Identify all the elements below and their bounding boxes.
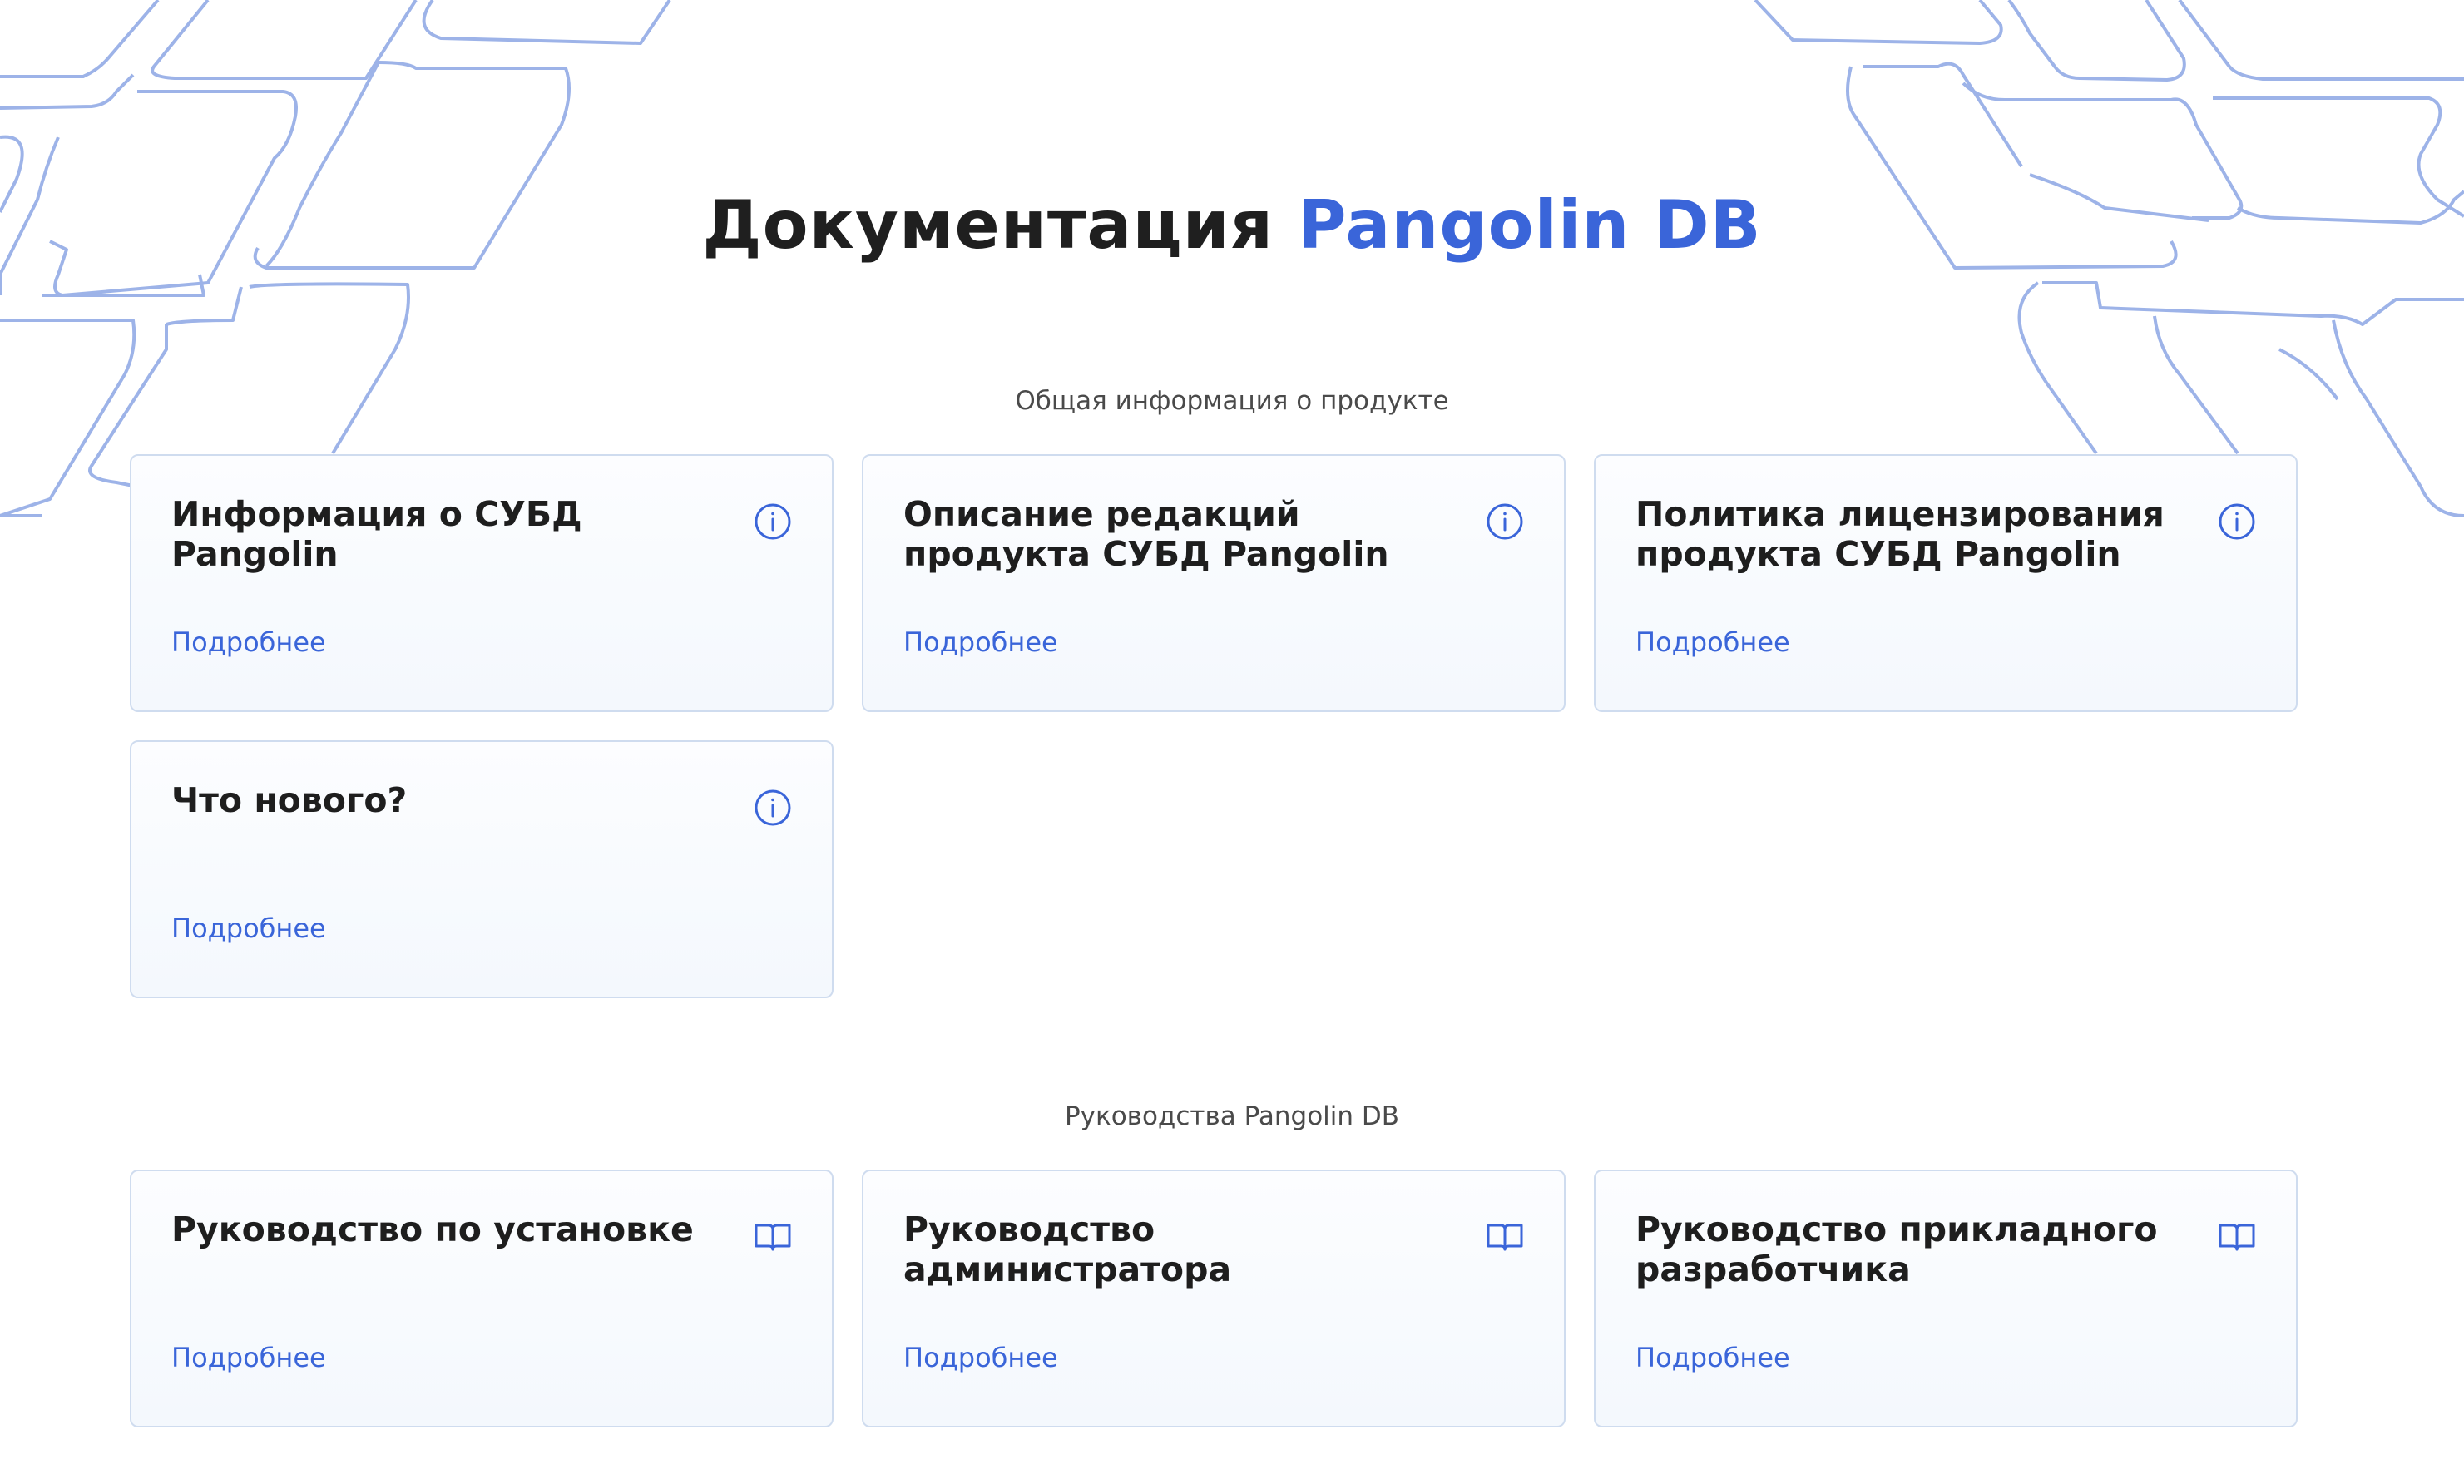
book-icon bbox=[2219, 1224, 2255, 1251]
section-label-guides: Руководства Pangolin DB bbox=[1064, 1101, 1400, 1131]
card-title: Руководство прикладного разработчика bbox=[1635, 1209, 2158, 1289]
info-icon bbox=[1487, 503, 1523, 540]
card-editions-description[interactable]: Описание редакций продукта СУБД Pangolin… bbox=[862, 454, 1566, 712]
info-icon bbox=[755, 503, 791, 540]
card-title: Политика лицензирования продукта СУБД Pa… bbox=[1635, 494, 2165, 574]
more-link[interactable]: Подробнее bbox=[1635, 624, 1790, 660]
info-icon bbox=[2219, 503, 2255, 540]
card-title: Информация о СУБД Pangolin bbox=[171, 494, 582, 574]
more-link[interactable]: Подробнее bbox=[171, 624, 326, 660]
card-title: Что нового? bbox=[171, 780, 408, 820]
card-licensing-policy[interactable]: Политика лицензирования продукта СУБД Pa… bbox=[1594, 454, 2298, 712]
card-admin-guide[interactable]: Руководство администратора Подробнее bbox=[862, 1170, 1566, 1427]
card-developer-guide[interactable]: Руководство прикладного разработчика Под… bbox=[1594, 1170, 2298, 1427]
page-title: Документация Pangolin DB bbox=[0, 180, 2464, 271]
card-title: Руководство администратора bbox=[903, 1209, 1232, 1289]
more-link[interactable]: Подробнее bbox=[171, 910, 326, 947]
more-link[interactable]: Подробнее bbox=[903, 1339, 1058, 1376]
card-installation-guide[interactable]: Руководство по установке Подробнее bbox=[130, 1170, 834, 1427]
page-title-main: Документация bbox=[702, 186, 1274, 264]
card-title: Описание редакций продукта СУБД Pangolin bbox=[903, 494, 1389, 574]
section-label-general-info: Общая информация о продукте bbox=[1015, 386, 1449, 416]
book-icon bbox=[755, 1224, 791, 1251]
more-link[interactable]: Подробнее bbox=[1635, 1339, 1790, 1376]
more-link[interactable]: Подробнее bbox=[171, 1339, 326, 1376]
card-whats-new[interactable]: Что нового? Подробнее bbox=[130, 740, 834, 998]
info-icon bbox=[755, 789, 791, 826]
more-link[interactable]: Подробнее bbox=[903, 624, 1058, 660]
documentation-page: Документация Pangolin DB Общая информаци… bbox=[0, 0, 2464, 1484]
card-dbms-info[interactable]: Информация о СУБД Pangolin Подробнее bbox=[130, 454, 834, 712]
card-title: Руководство по установке bbox=[171, 1209, 694, 1249]
book-icon bbox=[1487, 1224, 1523, 1251]
page-title-accent: Pangolin DB bbox=[1297, 186, 1762, 264]
